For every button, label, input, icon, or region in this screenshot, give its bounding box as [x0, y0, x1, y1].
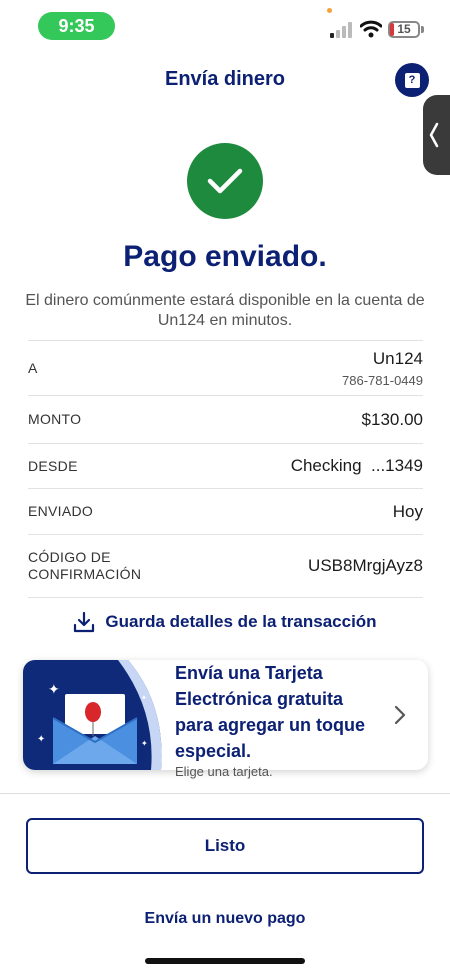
status-time-text: 9:35	[58, 15, 95, 36]
new-payment-link[interactable]: Envía un nuevo pago	[0, 910, 450, 928]
save-transaction-details-link[interactable]: Guarda detalles de la transacción	[0, 611, 450, 633]
cellular-signal-icon	[330, 22, 352, 38]
recipient-name: Un124	[372, 348, 423, 368]
home-indicator[interactable]	[145, 958, 305, 964]
svg-text:✦: ✦	[48, 682, 60, 698]
detail-row-confirmation: CÓDIGO DE CONFIRMACIÓN USB8MrgjAyz8	[28, 534, 423, 598]
detail-row-from: DESDE Checking ...1349	[28, 443, 423, 488]
recipient-phone: 786-781-0449	[342, 372, 423, 388]
download-icon	[74, 611, 95, 633]
wifi-icon	[360, 20, 382, 38]
battery-icon: 15	[388, 21, 420, 38]
svg-text:✦: ✦	[141, 694, 147, 702]
chevron-right-icon	[394, 705, 406, 725]
from-account: Checking ...1349	[290, 456, 423, 475]
promo-line-3: para agregar un toque	[175, 715, 366, 735]
detail-row-recipient: A Un124 786-781-0449	[28, 340, 423, 395]
promo-headline: Envía una Tarjeta Electrónica gratuita p…	[175, 660, 395, 764]
confirmation-label-line1: CÓDIGO DE	[28, 549, 111, 565]
promo-line-4: especial.	[175, 741, 252, 761]
privacy-indicator-dot	[327, 8, 332, 13]
done-button-label: Listo	[204, 836, 246, 855]
confirmation-label-line2: CONFIRMACIÓN	[28, 566, 142, 582]
success-check-icon	[187, 143, 263, 219]
amount-value: $130.00	[361, 409, 423, 429]
detail-row-amount: MONTO $130.00	[28, 395, 423, 443]
section-divider	[0, 793, 450, 794]
recipient-label: A	[28, 359, 38, 376]
status-time: 9:35	[38, 12, 115, 40]
done-button[interactable]: Listo	[26, 818, 424, 874]
ecard-envelope-illustration: ✦ ✦ ✦ ✦	[23, 660, 162, 770]
from-label: DESDE	[28, 457, 78, 474]
transaction-details: A Un124 786-781-0449 MONTO $130.00 DESDE…	[28, 340, 423, 598]
battery-percent: 15	[397, 22, 411, 36]
svg-text:✦: ✦	[37, 734, 45, 745]
promo-subtitle: Elige una tarjeta.	[175, 764, 273, 779]
help-icon: ?	[404, 72, 420, 88]
chevron-left-icon	[429, 122, 439, 148]
side-drawer-handle[interactable]	[423, 95, 450, 175]
battery-cap	[421, 26, 424, 33]
confirmation-code: USB8MrgjAyz8	[308, 556, 423, 575]
promo-line-2: Electrónica gratuita	[175, 689, 344, 709]
promo-line-1: Envía una Tarjeta	[175, 663, 323, 683]
sent-label: ENVIADO	[28, 503, 94, 519]
success-message: El dinero comúnmente estará disponible e…	[25, 292, 425, 329]
page-title: Envía dinero	[164, 68, 286, 90]
detail-row-sent: ENVIADO Hoy	[28, 488, 423, 534]
save-details-label: Guarda detalles de la transacción	[105, 612, 377, 631]
success-title: Pago enviado.	[123, 240, 327, 273]
amount-label: MONTO	[28, 411, 82, 427]
sent-value: Hoy	[392, 501, 423, 521]
ecard-promo-card[interactable]: ✦ ✦ ✦ ✦ Envía una Tarjeta Electrónica gr…	[23, 660, 428, 770]
svg-text:✦: ✦	[141, 739, 148, 748]
help-button[interactable]: ?	[395, 63, 429, 97]
